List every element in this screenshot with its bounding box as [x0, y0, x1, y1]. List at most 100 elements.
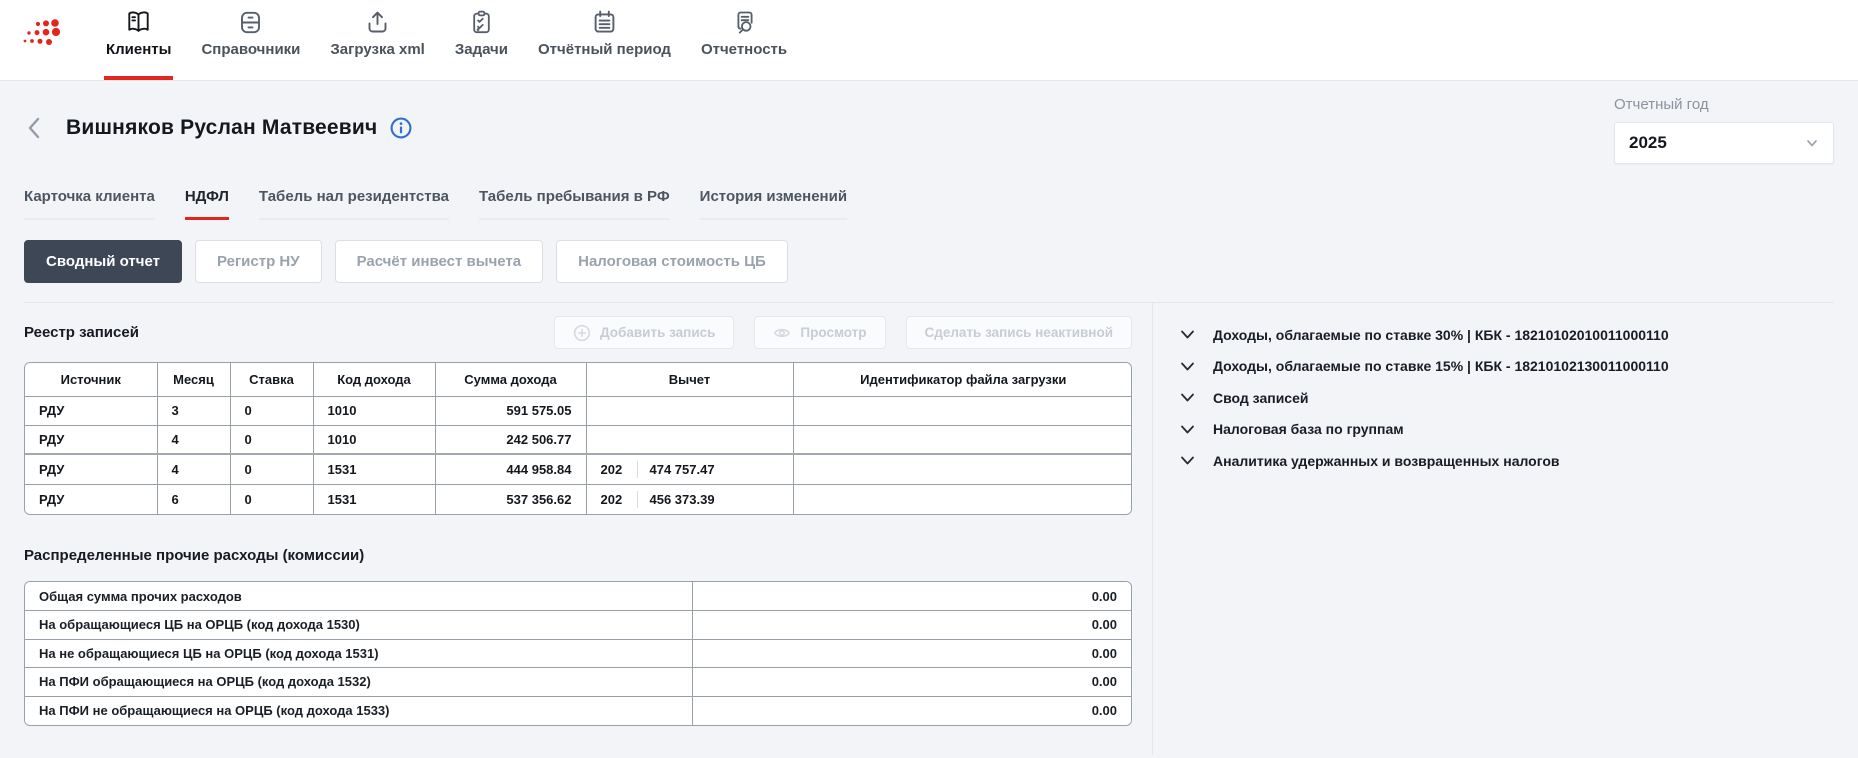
accordion-label: Свод записей	[1213, 390, 1308, 406]
tab-client-card[interactable]: Карточка клиента	[24, 188, 155, 220]
accordion-tax-base-groups[interactable]: Налоговая база по группам	[1179, 414, 1858, 446]
view-record-label: Просмотр	[800, 325, 866, 340]
tab-ndfl[interactable]: НДФЛ	[185, 188, 229, 220]
nav-label: Отчетность	[701, 41, 787, 59]
cell-file-id	[793, 485, 1132, 515]
app: Клиенты Справочники Загрузка xml За	[0, 0, 1858, 758]
registry-title: Реестр записей	[24, 324, 139, 341]
right-panel: Доходы, облагаемые по ставке 30% | КБК -…	[1153, 303, 1858, 755]
col-source: Источник	[25, 363, 157, 396]
invest-deduction-button[interactable]: Расчёт инвест вычета	[335, 240, 544, 283]
page-title: Вишняков Руслан Матвеевич	[66, 116, 377, 140]
expense-value: 0.00	[692, 582, 1132, 611]
table-row: На ПФИ не обращающиеся на ОРЦБ (код дохо…	[25, 696, 1132, 725]
left-panel: Реестр записей Добавить запись Просмотр …	[24, 303, 1132, 755]
upload-icon	[364, 9, 391, 36]
deduction-sum: 456 373.39	[650, 492, 715, 507]
report-year-select[interactable]: 2025	[1614, 122, 1834, 164]
cell-income-code: 1010	[313, 396, 435, 425]
accordion-records-summary[interactable]: Свод записей	[1179, 382, 1858, 414]
summary-report-button[interactable]: Сводный отчет	[24, 240, 182, 283]
report-subtabs: Сводный отчет Регистр НУ Расчёт инвест в…	[24, 240, 1834, 283]
chevron-down-icon	[1179, 326, 1196, 343]
calendar-icon	[591, 9, 618, 36]
table-row[interactable]: РДУ 6 0 1531 537 356.62 202456 373.39	[25, 485, 1132, 515]
table-row: На не обращающиеся ЦБ на ОРЦБ (код доход…	[25, 639, 1132, 668]
nav-item-reporting[interactable]: Отчетность	[699, 0, 789, 80]
table-row[interactable]: РДУ 3 0 1010 591 575.05	[25, 396, 1132, 425]
tab-change-history[interactable]: История изменений	[700, 188, 847, 220]
cell-income-code: 1531	[313, 454, 435, 485]
registry-header: Реестр записей Добавить запись Просмотр …	[24, 316, 1132, 349]
nav-item-directories[interactable]: Справочники	[199, 0, 302, 80]
cell-month: 4	[157, 425, 230, 454]
back-icon[interactable]	[24, 116, 46, 140]
accordion-label: Доходы, облагаемые по ставке 30% | КБК -…	[1213, 327, 1669, 343]
col-income-sum: Сумма дохода	[435, 363, 586, 396]
cell-source: РДУ	[25, 425, 157, 454]
col-file-id: Идентификатор файла загрузки	[793, 363, 1132, 396]
tax-cost-cb-button[interactable]: Налоговая стоимость ЦБ	[556, 240, 788, 283]
nav-label: Справочники	[201, 41, 300, 59]
accordion-income-15[interactable]: Доходы, облагаемые по ставке 15% | КБК -…	[1179, 351, 1858, 383]
tasks-icon	[468, 9, 495, 36]
book-icon	[125, 9, 152, 36]
chevron-down-icon	[1179, 389, 1196, 406]
cell-income-sum: 591 575.05	[435, 396, 586, 425]
deduction-divider	[637, 461, 638, 478]
cell-rate: 0	[230, 485, 313, 515]
expenses-table: Общая сумма прочих расходов 0.00 На обра…	[24, 581, 1132, 726]
info-icon[interactable]	[389, 116, 413, 140]
eye-icon	[773, 324, 791, 342]
nav-item-upload-xml[interactable]: Загрузка xml	[328, 0, 426, 80]
add-record-button[interactable]: Добавить запись	[554, 316, 734, 349]
cell-source: РДУ	[25, 485, 157, 515]
nu-register-button[interactable]: Регистр НУ	[195, 240, 322, 283]
nav-label: Отчётный период	[538, 41, 671, 59]
cell-income-sum: 242 506.77	[435, 425, 586, 454]
table-row: Общая сумма прочих расходов 0.00	[25, 582, 1132, 611]
expense-value: 0.00	[692, 668, 1132, 697]
expense-label: На ПФИ не обращающиеся на ОРЦБ (код дохо…	[25, 696, 692, 725]
report-search-icon	[731, 9, 758, 36]
expense-label: Общая сумма прочих расходов	[25, 582, 692, 611]
accordion-label: Аналитика удержанных и возвращенных нало…	[1213, 453, 1560, 469]
nav-item-tasks[interactable]: Задачи	[453, 0, 510, 80]
cell-file-id	[793, 454, 1132, 485]
expense-label: На обращающиеся ЦБ на ОРЦБ (код дохода 1…	[25, 611, 692, 640]
chevron-down-icon	[1179, 452, 1196, 469]
registry-actions: Добавить запись Просмотр Сделать запись …	[554, 316, 1132, 349]
nav-item-report-period[interactable]: Отчётный период	[536, 0, 673, 80]
col-deduction: Вычет	[586, 363, 793, 396]
accordion-income-30[interactable]: Доходы, облагаемые по ставке 30% | КБК -…	[1179, 319, 1858, 351]
tab-residency-table[interactable]: Табель нал резидентства	[259, 188, 449, 220]
expense-value: 0.00	[692, 696, 1132, 725]
accordion-label: Доходы, облагаемые по ставке 15% | КБК -…	[1213, 358, 1669, 374]
col-rate: Ставка	[230, 363, 313, 396]
accordion-tax-analytics[interactable]: Аналитика удержанных и возвращенных нало…	[1179, 445, 1858, 477]
tab-stay-in-rf[interactable]: Табель пребывания в РФ	[479, 188, 670, 220]
cell-deduction	[586, 425, 793, 454]
cell-rate: 0	[230, 425, 313, 454]
view-record-button[interactable]: Просмотр	[754, 316, 885, 349]
content-columns: Реестр записей Добавить запись Просмотр …	[0, 303, 1858, 755]
cell-rate: 0	[230, 454, 313, 485]
client-tabs: Карточка клиента НДФЛ Табель нал резиден…	[24, 188, 1834, 220]
nav-item-clients[interactable]: Клиенты	[104, 0, 173, 80]
expense-value: 0.00	[692, 611, 1132, 640]
top-nav: Клиенты Справочники Загрузка xml За	[0, 0, 1858, 80]
chevron-down-icon	[1179, 421, 1196, 438]
table-row[interactable]: РДУ 4 0 1010 242 506.77	[25, 425, 1132, 454]
table-header-row: Источник Месяц Ставка Код дохода Сумма д…	[25, 363, 1132, 396]
deactivate-record-label: Сделать запись неактивной	[925, 325, 1113, 340]
deduction-code: 202	[601, 492, 633, 507]
plus-circle-icon	[573, 324, 591, 342]
expense-label: На ПФИ обращающиеся на ОРЦБ (код дохода …	[25, 668, 692, 697]
cell-month: 6	[157, 485, 230, 515]
table-row: На обращающиеся ЦБ на ОРЦБ (код дохода 1…	[25, 611, 1132, 640]
deactivate-record-button[interactable]: Сделать запись неактивной	[906, 316, 1132, 349]
table-row[interactable]: РДУ 4 0 1531 444 958.84 202474 757.47	[25, 454, 1132, 485]
cell-income-code: 1010	[313, 425, 435, 454]
accordion-label: Налоговая база по группам	[1213, 421, 1404, 437]
cell-month: 3	[157, 396, 230, 425]
